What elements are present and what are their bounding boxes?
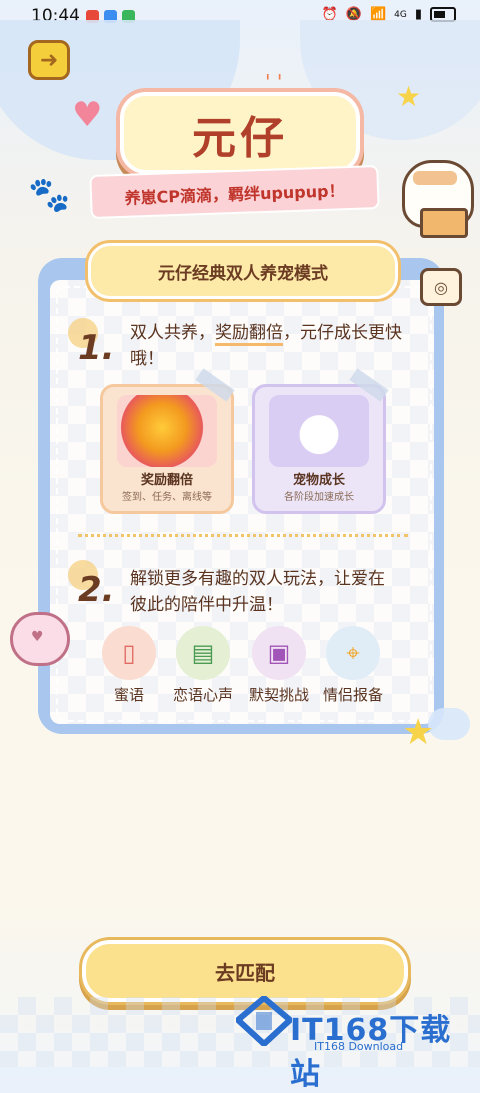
mode-item-sweet-talk[interactable]: ▯ 蜜语	[96, 626, 162, 705]
step-2-text: 解锁更多有趣的双人玩法，让爱在彼此的陪伴中升温！	[130, 569, 385, 615]
match-button-label: 去匹配	[215, 961, 275, 985]
feature-card-rewards: 奖励翻倍 签到、任务、离线等	[100, 384, 234, 514]
dotted-divider	[78, 534, 408, 537]
mode-card-header: 元仔经典双人养宠模式	[88, 243, 398, 299]
network-label: 4G	[394, 9, 407, 20]
feature-subtitle: 各阶段加速成长	[284, 492, 354, 503]
step-1-highlight: 奖励翻倍	[215, 323, 283, 346]
heart-icon: ♥	[72, 95, 103, 135]
book-icon: ▤	[176, 626, 230, 680]
mode-item-tacit-challenge[interactable]: ▣ 默契挑战	[246, 626, 312, 705]
subtitle-ribbon: 养崽CP滴滴，羁绊upupup！	[89, 164, 380, 220]
mode-card-title: 元仔经典双人养宠模式	[158, 264, 328, 284]
step-1-number: 1.	[78, 328, 115, 368]
step-1-text: 双人共养，奖励翻倍，元仔成长更快哦！	[130, 320, 410, 372]
sparkle-icon: ' '	[265, 70, 283, 94]
cat-mascot-illustration	[10, 612, 70, 666]
title-banner: 元仔	[120, 92, 360, 174]
feature-title: 奖励翻倍	[140, 473, 193, 488]
cloud-decoration	[428, 708, 470, 740]
mode-label: 默契挑战	[248, 686, 309, 704]
back-button[interactable]: ➜	[28, 40, 70, 80]
feature-title: 宠物成长	[292, 473, 345, 488]
page-subtitle: 养崽CP滴滴，羁绊upupup！	[124, 181, 345, 208]
mode-label: 恋语心声	[172, 686, 233, 704]
watermark-subtext: IT168 Download	[314, 1040, 404, 1053]
feature-subtitle: 签到、任务、离线等	[122, 492, 212, 503]
map-pin-icon: ⌖	[326, 626, 380, 680]
page-title: 元仔	[192, 113, 288, 164]
phone-icon: ▯	[102, 626, 156, 680]
game-console-icon: ▣	[252, 626, 306, 680]
back-arrow-icon: ➜	[39, 47, 59, 73]
camera-icon: ◎	[420, 268, 462, 306]
mode-item-couple-report[interactable]: ⌖ 情侣报备	[320, 626, 386, 705]
mode-label: 蜜语	[113, 686, 144, 704]
pet-clock-illustration	[269, 395, 369, 467]
mode-item-love-voice[interactable]: ▤ 恋语心声	[170, 626, 236, 705]
gold-chest-illustration	[117, 395, 217, 467]
star-icon: ★	[396, 80, 422, 113]
step-2-number: 2.	[78, 570, 115, 610]
gift-box-illustration	[420, 208, 468, 238]
feature-card-growth: 宠物成长 各阶段加速成长	[252, 384, 386, 514]
mode-label: 情侣报备	[322, 686, 383, 704]
step-1-text-pre: 双人共养，	[130, 323, 215, 343]
paw-icon: 🐾	[28, 175, 71, 215]
watermark-logo-icon	[236, 996, 292, 1046]
star-icon: ★	[402, 712, 435, 753]
match-button[interactable]: 去匹配	[82, 940, 408, 1002]
